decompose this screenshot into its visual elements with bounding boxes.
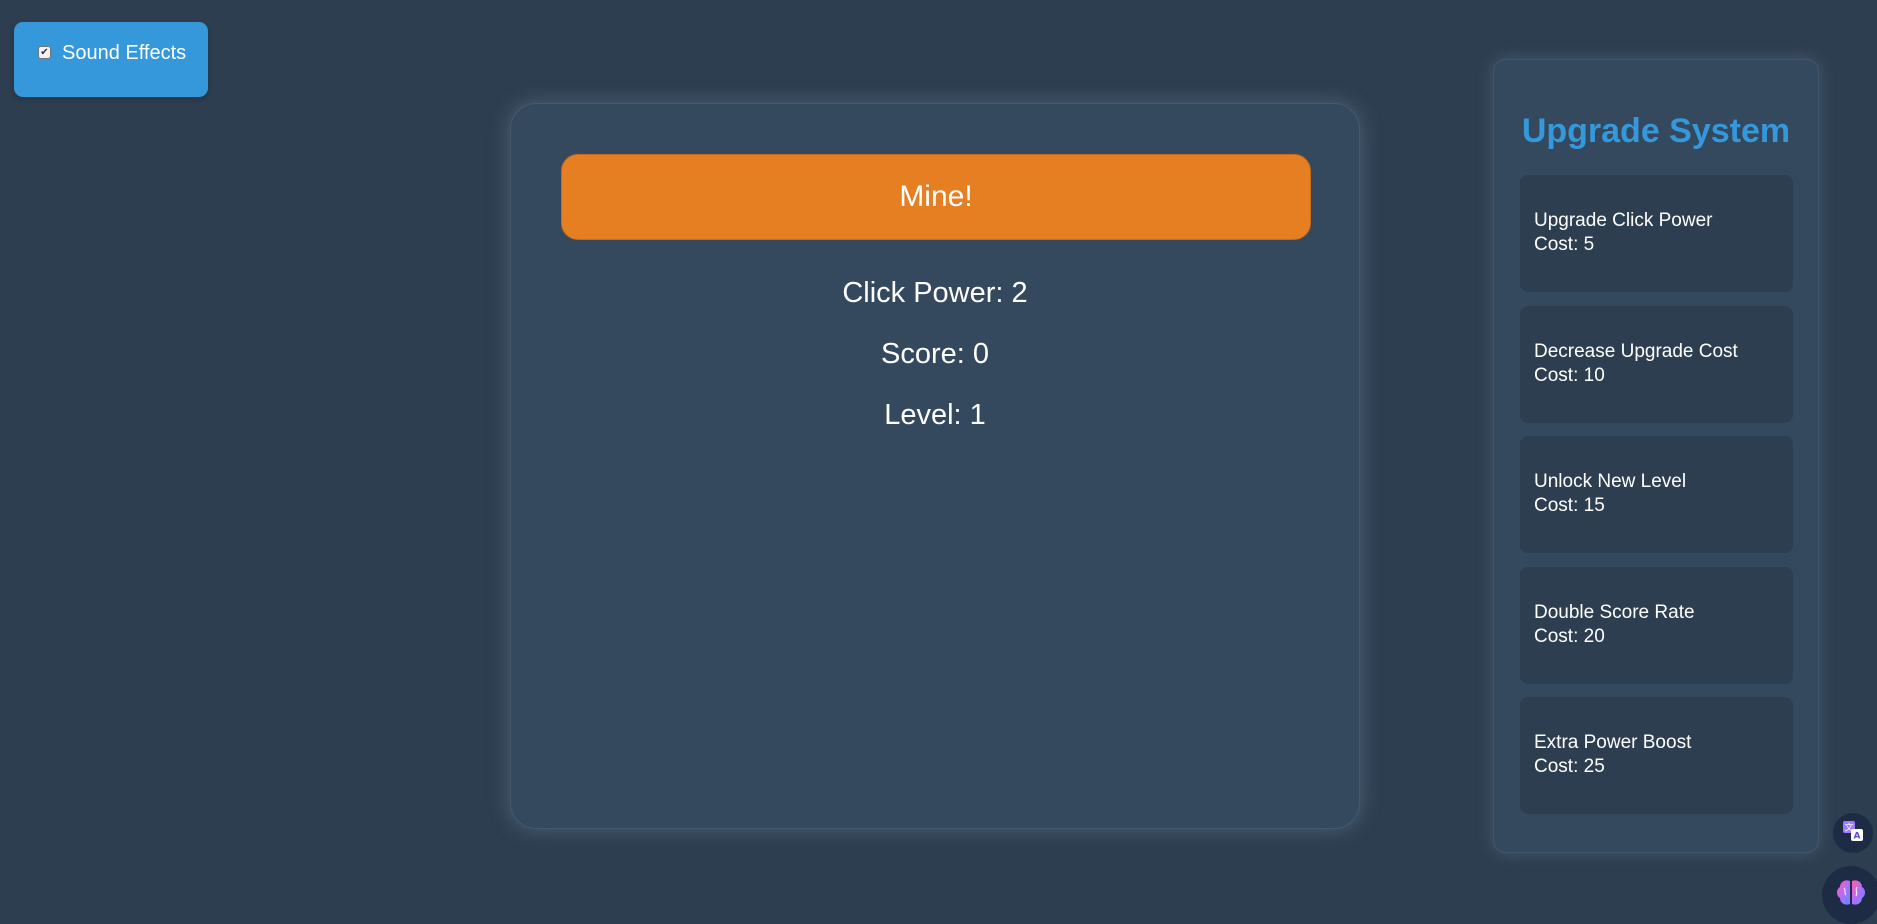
- score-display: Score: 0: [881, 338, 989, 370]
- upgrade-card-extra-power[interactable]: Extra Power Boost Cost: 25: [1520, 697, 1793, 814]
- upgrade-name: Unlock New Level: [1534, 471, 1687, 492]
- sound-effects-panel: ✔ Sound Effects: [14, 22, 208, 97]
- click-power-display: Click Power: 2: [842, 277, 1028, 309]
- upgrade-cost: Cost: 15: [1534, 495, 1605, 516]
- translate-fab-button[interactable]: 文 A: [1833, 813, 1873, 853]
- upgrade-cost: Cost: 10: [1534, 365, 1605, 386]
- brain-fab-button[interactable]: [1822, 866, 1877, 924]
- upgrade-panel: Upgrade System Upgrade Click Power Cost:…: [1493, 59, 1819, 853]
- sound-effects-checkbox[interactable]: ✔: [38, 46, 51, 59]
- upgrade-name: Upgrade Click Power: [1534, 210, 1713, 231]
- sound-effects-label[interactable]: Sound Effects: [62, 42, 186, 65]
- upgrade-card-click-power[interactable]: Upgrade Click Power Cost: 5: [1520, 175, 1793, 292]
- level-display: Level: 1: [884, 399, 986, 431]
- upgrade-cost: Cost: 20: [1534, 626, 1605, 647]
- upgrade-card-double-score[interactable]: Double Score Rate Cost: 20: [1520, 567, 1793, 684]
- translate-icon: 文 A: [1842, 820, 1864, 847]
- upgrade-name: Double Score Rate: [1534, 602, 1695, 623]
- upgrade-title: Upgrade System: [1521, 112, 1791, 150]
- brain-icon: [1835, 878, 1867, 913]
- upgrade-cost: Cost: 5: [1534, 234, 1595, 255]
- upgrade-cost: Cost: 25: [1534, 756, 1605, 777]
- upgrade-card-unlock-level[interactable]: Unlock New Level Cost: 15: [1520, 436, 1793, 553]
- upgrade-name: Decrease Upgrade Cost: [1534, 341, 1738, 362]
- svg-text:A: A: [1854, 831, 1861, 841]
- mine-button[interactable]: Mine!: [561, 154, 1311, 240]
- upgrade-name: Extra Power Boost: [1534, 732, 1692, 753]
- upgrade-card-decrease-cost[interactable]: Decrease Upgrade Cost Cost: 10: [1520, 306, 1793, 423]
- game-panel: Mine! Click Power: 2 Score: 0 Level: 1: [510, 103, 1360, 829]
